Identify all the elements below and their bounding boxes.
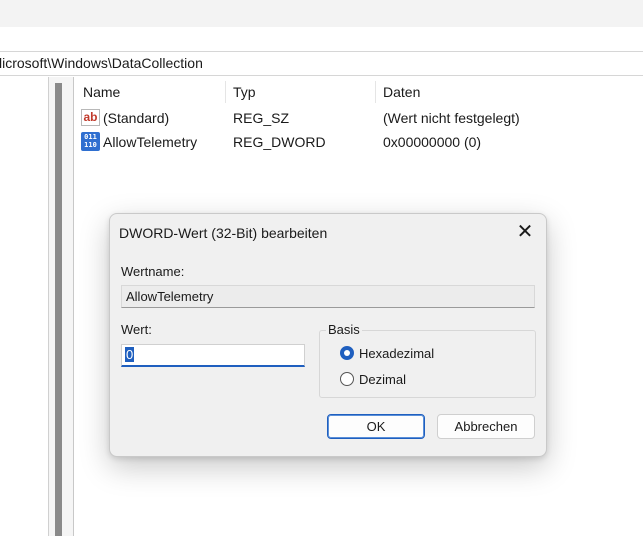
address-bar[interactable]: licrosoft\Windows\DataCollection bbox=[0, 51, 643, 76]
cancel-button[interactable]: Abbrechen bbox=[437, 414, 535, 439]
close-icon[interactable]: ✕ bbox=[510, 220, 540, 246]
value-data-text: 0 bbox=[125, 347, 135, 362]
column-header-data[interactable]: Daten bbox=[383, 84, 420, 100]
dialog-title: DWORD-Wert (32-Bit) bearbeiten bbox=[119, 225, 328, 241]
hexadecimal-radio[interactable] bbox=[340, 346, 354, 360]
value-name: AllowTelemetry bbox=[103, 134, 198, 150]
edit-dword-dialog: DWORD-Wert (32-Bit) bearbeiten ✕ Wertnam… bbox=[109, 213, 547, 457]
base-groupbox bbox=[319, 330, 536, 398]
column-header-name[interactable]: Name bbox=[83, 84, 120, 100]
window-top-strip bbox=[0, 0, 643, 27]
address-path: licrosoft\Windows\DataCollection bbox=[0, 55, 203, 71]
decimal-radio[interactable] bbox=[340, 372, 354, 386]
value-name-text: AllowTelemetry bbox=[126, 289, 214, 304]
value-data: (Wert nicht festgelegt) bbox=[383, 110, 520, 126]
hexadecimal-label[interactable]: Hexadezimal bbox=[359, 346, 434, 361]
ok-button[interactable]: OK bbox=[327, 414, 425, 439]
column-separator[interactable] bbox=[225, 81, 226, 103]
binary-value-icon: 011 110 bbox=[81, 132, 100, 151]
pane-splitter[interactable] bbox=[48, 77, 74, 536]
value-data-label: Wert: bbox=[121, 322, 152, 337]
value-type: REG_DWORD bbox=[233, 134, 326, 150]
value-data-input[interactable]: 0 bbox=[121, 344, 305, 367]
string-value-icon: ab bbox=[81, 109, 100, 126]
column-header-type[interactable]: Typ bbox=[233, 84, 256, 100]
tree-scrollbar[interactable] bbox=[55, 83, 62, 536]
value-name-label: Wertname: bbox=[121, 264, 185, 279]
list-item[interactable]: ab (Standard) REG_SZ (Wert nicht festgel… bbox=[75, 107, 643, 129]
base-group-title: Basis bbox=[326, 322, 362, 337]
column-separator[interactable] bbox=[375, 81, 376, 103]
value-type: REG_SZ bbox=[233, 110, 290, 126]
value-name-field: AllowTelemetry bbox=[121, 285, 535, 308]
decimal-label[interactable]: Dezimal bbox=[359, 372, 406, 387]
key-tree-pane[interactable] bbox=[0, 77, 48, 536]
splitter-edge bbox=[73, 77, 74, 536]
list-item[interactable]: 011 110 AllowTelemetry REG_DWORD 0x000000… bbox=[75, 131, 643, 153]
value-data: 0x00000000 (0) bbox=[383, 134, 482, 150]
value-name: (Standard) bbox=[103, 110, 170, 126]
